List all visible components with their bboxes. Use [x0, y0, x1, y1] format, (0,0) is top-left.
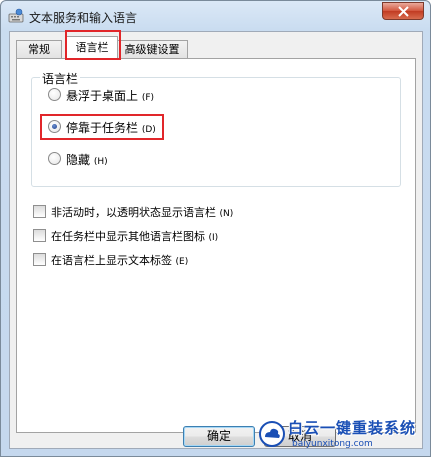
checkbox-label-text: 非活动时，以透明状态显示语言栏	[51, 206, 216, 219]
radio-button[interactable]	[48, 152, 61, 165]
ok-button[interactable]: 确定	[183, 426, 255, 447]
watermark: 白云一键重装系统 baiyunxitong.com	[258, 416, 428, 454]
tab-highlight-box	[65, 30, 121, 60]
radio-button[interactable]	[48, 88, 61, 101]
watermark-text: 白云一键重装系统	[288, 419, 417, 437]
window-title: 文本服务和输入语言	[29, 11, 138, 25]
radio-label-text: 隐藏	[66, 153, 91, 167]
title-bar[interactable]: 文本服务和输入语言	[1, 1, 430, 31]
close-icon	[398, 6, 409, 17]
groupbox-label: 语言栏	[40, 70, 81, 87]
checkbox-hotkey: (E)	[175, 257, 189, 267]
checkbox-hotkey: (N)	[219, 209, 234, 219]
tab-advanced-key-settings[interactable]: 高级键设置	[116, 40, 188, 58]
tab-general[interactable]: 常规	[16, 40, 62, 58]
radio-label-text: 悬浮于桌面上	[66, 89, 139, 103]
keyboard-app-icon	[8, 8, 24, 23]
radio-hotkey: (F)	[141, 93, 155, 103]
tab-panel-language-bar: 语言栏 悬浮于桌面上 (F) 停靠于任务栏 (D) 隐藏 (H) 非活动时，以透…	[16, 58, 416, 433]
radio-highlight-box	[40, 114, 164, 140]
checkbox-label-text: 在任务栏中显示其他语言栏图标	[51, 230, 205, 243]
radio-hotkey: (H)	[93, 157, 108, 167]
checkbox-label-text: 在语言栏上显示文本标签	[51, 254, 172, 267]
close-button[interactable]	[382, 2, 424, 20]
language-bar-groupbox: 语言栏 悬浮于桌面上 (F) 停靠于任务栏 (D) 隐藏 (H)	[31, 70, 401, 187]
checkbox[interactable]	[33, 253, 46, 266]
dialog-window: 文本服务和输入语言 常规 语言栏 高级键设置 语言栏 悬浮于桌面上 (F) 停靠…	[0, 0, 431, 457]
cloud-logo-icon	[259, 421, 285, 447]
checkbox[interactable]	[33, 229, 46, 242]
checkbox[interactable]	[33, 205, 46, 218]
checkbox-hotkey: (I)	[208, 233, 219, 243]
watermark-url: baiyunxitong.com	[292, 439, 373, 449]
dialog-client-area: 常规 语言栏 高级键设置 语言栏 悬浮于桌面上 (F) 停靠于任务栏 (D) 隐…	[9, 30, 423, 449]
tab-strip: 常规 语言栏 高级键设置	[10, 30, 422, 60]
